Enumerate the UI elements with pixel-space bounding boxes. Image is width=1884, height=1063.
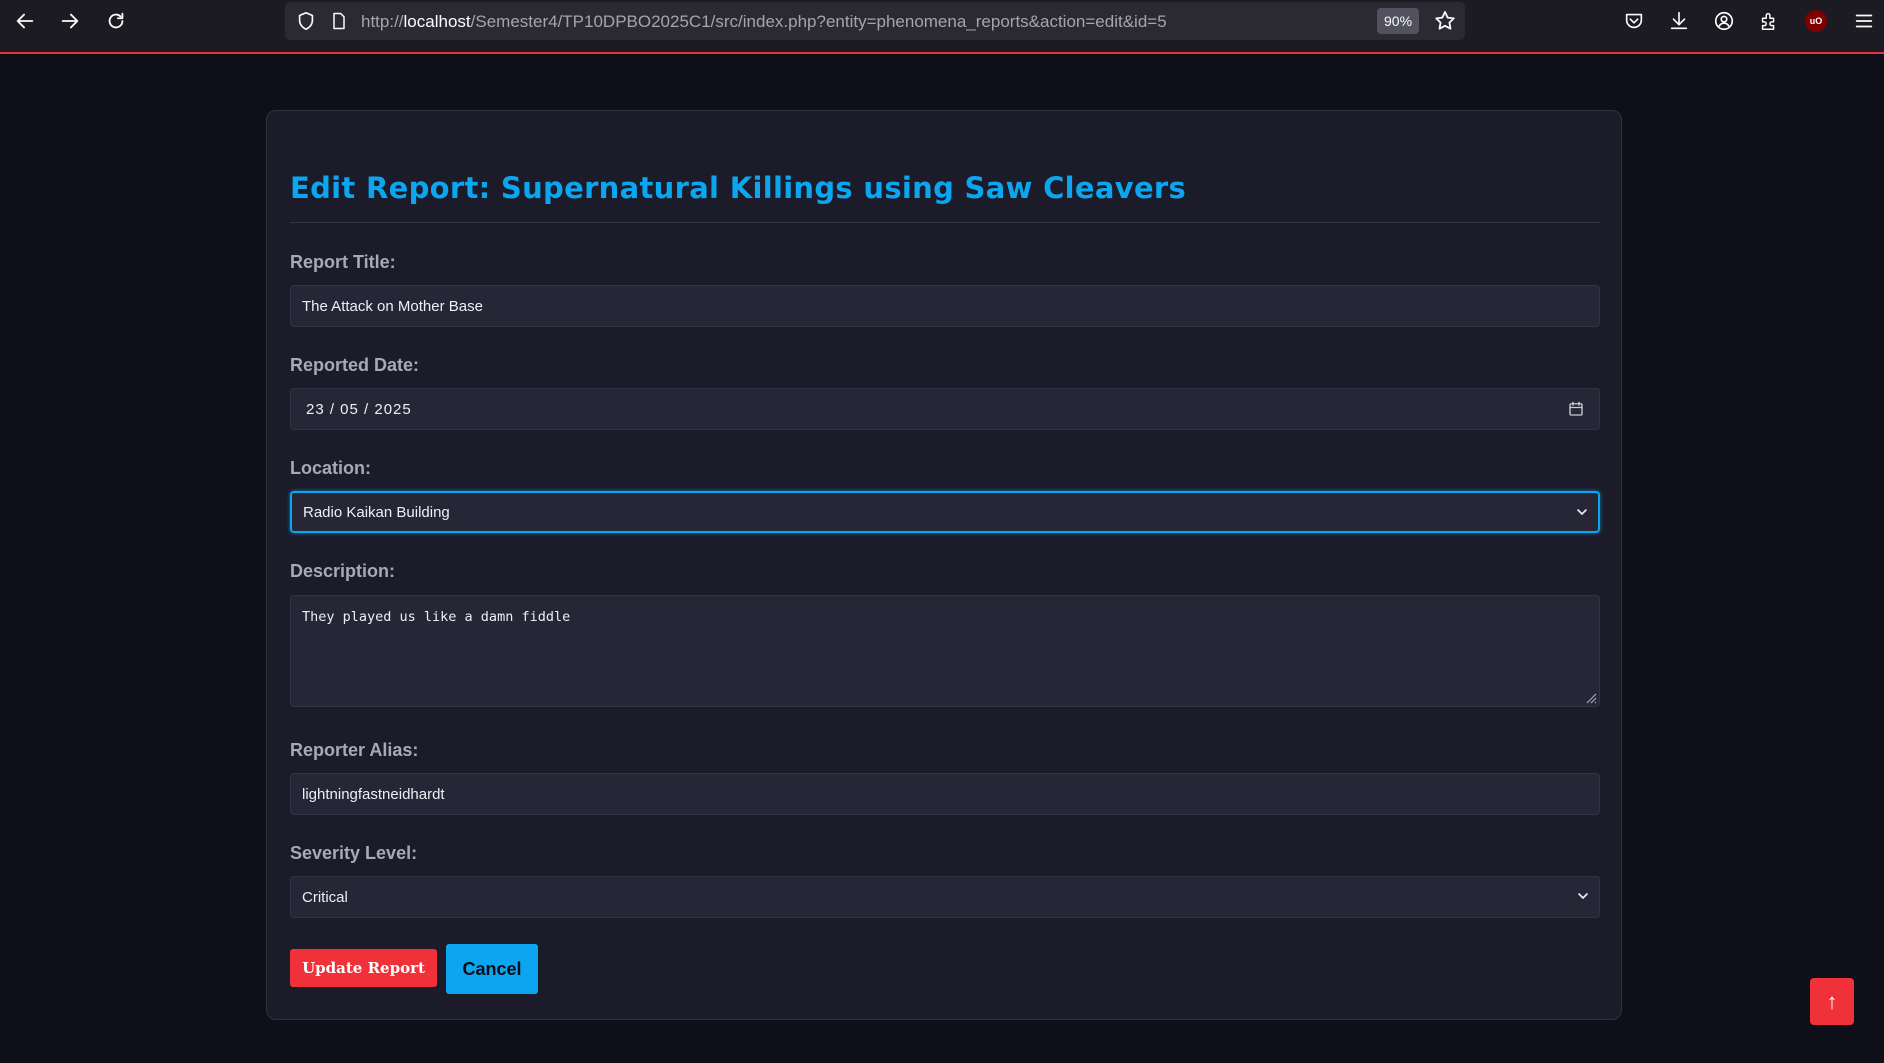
page-title: Edit Report: Supernatural Killings using… (290, 171, 1187, 205)
extensions-button[interactable] (1756, 8, 1782, 34)
description-label: Description: (290, 561, 396, 581)
location-label: Location: (290, 458, 371, 478)
account-button[interactable] (1711, 8, 1737, 34)
edit-report-card: Edit Report: Supernatural Killings using… (266, 110, 1622, 1020)
address-bar[interactable]: http://localhost/Semester4/TP10DPBO2025C… (285, 2, 1465, 40)
download-icon (1670, 11, 1688, 30)
severity-level-label: Severity Level: (290, 843, 418, 863)
shield-icon[interactable] (295, 10, 317, 32)
url-text[interactable]: http://localhost/Semester4/TP10DPBO2025C… (361, 12, 1167, 32)
ublock-icon: uO (1805, 10, 1827, 32)
severity-level-select[interactable]: Critical (290, 876, 1600, 918)
reload-button[interactable] (97, 4, 135, 38)
chevron-down-icon (1578, 893, 1588, 899)
location-value: Radio Kaikan Building (303, 503, 450, 521)
menu-icon (1855, 14, 1873, 28)
calendar-icon[interactable] (1567, 400, 1585, 418)
reporter-alias-value: lightningfastneidhardt (302, 785, 445, 803)
url-prefix: http:// (361, 12, 404, 31)
reload-icon (108, 12, 124, 29)
cancel-button[interactable]: Cancel (446, 944, 538, 994)
url-path: /Semester4/TP10DPBO2025C1/src/index.php?… (470, 12, 1167, 31)
back-button[interactable] (6, 4, 44, 38)
back-icon (16, 13, 34, 29)
reported-date-input[interactable]: 23 / 05 / 2025 (290, 388, 1600, 430)
account-icon (1714, 11, 1734, 31)
downloads-button[interactable] (1666, 8, 1692, 34)
page-icon[interactable] (329, 11, 349, 31)
reporter-alias-label: Reporter Alias: (290, 740, 419, 760)
description-textarea[interactable]: They played us like a damn fiddle (290, 595, 1600, 707)
report-title-input[interactable]: The Attack on Mother Base (290, 285, 1600, 327)
reporter-alias-input[interactable]: lightningfastneidhardt (290, 773, 1600, 815)
forward-icon (61, 13, 79, 29)
location-select[interactable]: Radio Kaikan Building (290, 491, 1600, 533)
extensions-icon (1761, 12, 1775, 30)
report-title-label: Report Title: (290, 252, 396, 272)
update-report-button[interactable]: Update Report (290, 949, 437, 987)
title-divider (290, 222, 1600, 223)
ublock-button[interactable]: uO (1803, 8, 1829, 34)
chevron-down-icon (1577, 509, 1587, 515)
browser-toolbar: http://localhost/Semester4/TP10DPBO2025C… (0, 0, 1884, 54)
forward-button[interactable] (51, 4, 89, 38)
menu-button[interactable] (1851, 8, 1877, 34)
pocket-icon (1625, 13, 1643, 29)
report-title-value: The Attack on Mother Base (302, 297, 483, 315)
zoom-level-badge[interactable]: 90% (1377, 8, 1420, 34)
scroll-to-top-button[interactable]: ↑ (1810, 978, 1854, 1025)
severity-level-value: Critical (302, 888, 348, 906)
url-host: localhost (403, 12, 471, 31)
resize-handle-icon[interactable] (1583, 690, 1597, 704)
reported-date-value: 23 / 05 / 2025 (306, 400, 412, 418)
description-value: They played us like a damn fiddle (302, 609, 571, 625)
star-icon[interactable] (1433, 9, 1457, 33)
reported-date-label: Reported Date: (290, 355, 420, 375)
pocket-button[interactable] (1621, 8, 1647, 34)
